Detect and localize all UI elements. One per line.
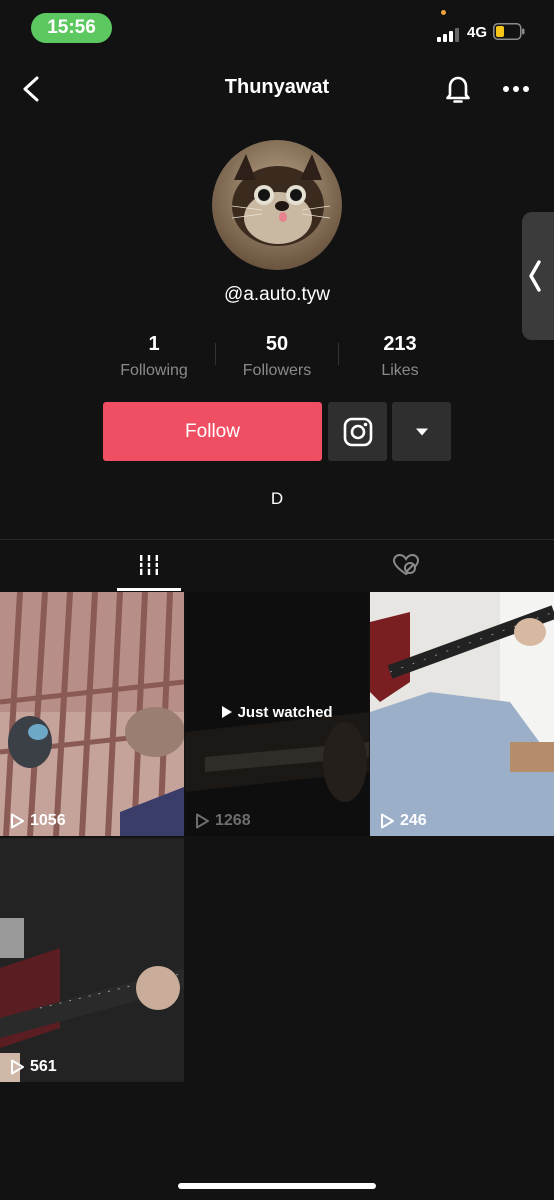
stat-following-value: 1 xyxy=(148,333,160,355)
video-thumbnail-image xyxy=(370,592,554,836)
tab-liked-videos[interactable] xyxy=(267,540,544,590)
home-indicator[interactable] xyxy=(178,1183,376,1189)
active-tab-indicator xyxy=(117,588,181,591)
profile-username: @a.auto.tyw xyxy=(224,284,330,305)
instagram-icon xyxy=(343,417,372,446)
tab-videos[interactable] xyxy=(10,540,287,590)
view-count-value: 246 xyxy=(400,812,427,829)
stat-following[interactable]: 1 Following xyxy=(92,331,216,383)
play-icon xyxy=(222,706,233,718)
view-count: 1268 xyxy=(193,812,251,830)
view-count: 561 xyxy=(8,1058,57,1076)
stat-likes[interactable]: 213 Likes xyxy=(338,331,462,383)
video-thumbnail-image xyxy=(0,838,184,1082)
caret-down-icon xyxy=(415,428,428,435)
hidden-likes-icon xyxy=(392,553,419,576)
view-count-value: 561 xyxy=(30,1058,57,1075)
suggested-accounts-button[interactable] xyxy=(392,402,451,461)
video-grid-icon xyxy=(136,555,161,575)
just-watched-text: Just watched xyxy=(237,704,333,721)
avatar[interactable] xyxy=(212,140,342,270)
cellular-signal-icon xyxy=(437,26,459,42)
profile-bio: D xyxy=(270,489,284,508)
play-outline-icon xyxy=(196,813,209,829)
stat-likes-label: Likes xyxy=(381,362,419,379)
view-count: 1056 xyxy=(8,812,66,830)
video-thumbnail[interactable]: 1056 xyxy=(0,592,184,836)
video-thumbnail[interactable]: Just watched 1268 xyxy=(185,592,369,836)
stat-followers-value: 50 xyxy=(265,333,289,355)
play-outline-icon xyxy=(381,813,394,829)
chevron-left-icon xyxy=(529,260,541,292)
stat-followers[interactable]: 50 Followers xyxy=(215,331,339,383)
play-outline-icon xyxy=(11,1059,24,1075)
follow-button[interactable]: Follow xyxy=(103,402,322,461)
video-thumbnail[interactable]: 246 xyxy=(370,592,554,836)
view-count: 246 xyxy=(378,812,427,830)
video-thumbnail-image xyxy=(0,592,184,836)
stat-followers-label: Followers xyxy=(242,362,312,379)
just-watched-label: Just watched xyxy=(185,704,369,721)
stat-following-label: Following xyxy=(120,362,188,379)
side-panel-handle[interactable] xyxy=(522,212,554,340)
instagram-button[interactable] xyxy=(328,402,387,461)
video-thumbnail[interactable]: 561 xyxy=(0,838,184,1082)
view-count-value: 1056 xyxy=(30,812,66,829)
battery-icon xyxy=(493,23,525,40)
privacy-indicator-dot xyxy=(441,10,446,15)
stat-likes-value: 213 xyxy=(383,333,417,355)
play-outline-icon xyxy=(11,813,24,829)
status-time: 15:56 xyxy=(31,13,112,43)
more-options-icon[interactable] xyxy=(496,72,536,106)
network-type: 4G xyxy=(467,24,488,41)
view-count-value: 1268 xyxy=(215,812,251,829)
notification-bell-icon[interactable] xyxy=(440,72,476,106)
